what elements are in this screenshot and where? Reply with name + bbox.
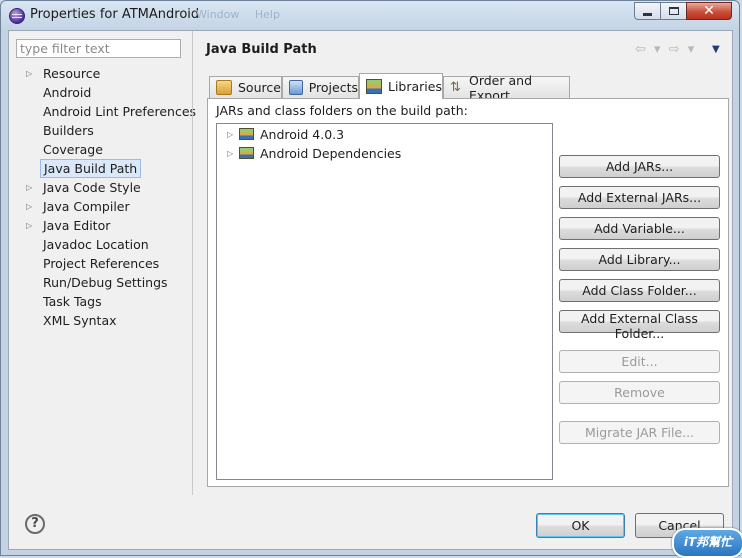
libraries-icon	[366, 79, 382, 94]
tab-order-and-export[interactable]: ⇅ Order and Export	[443, 73, 570, 103]
page-title: Java Build Path	[206, 42, 317, 57]
minimize-button[interactable]	[634, 2, 661, 20]
add-variable-button[interactable]: Add Variable...	[559, 217, 720, 240]
projects-icon	[289, 80, 303, 95]
add-class-folder-button[interactable]: Add Class Folder...	[559, 279, 720, 302]
window-title: Properties for ATMAndroid	[30, 7, 200, 22]
expand-arrow-icon[interactable]: ▷	[227, 125, 233, 144]
order-export-icon: ⇅	[450, 80, 461, 95]
tab-label: Libraries	[388, 79, 442, 94]
sidebar-item-label: Coverage	[43, 142, 103, 157]
sidebar-splitter[interactable]	[192, 31, 193, 495]
sidebar-item-label: Android Lint Preferences	[43, 104, 197, 119]
help-icon[interactable]: ?	[25, 514, 45, 534]
add-external-class-folder-button[interactable]: Add External Class Folder...	[559, 310, 720, 341]
minimize-icon	[643, 12, 652, 16]
maximize-icon	[668, 7, 679, 15]
tab-label: Projects	[308, 80, 358, 95]
source-folder-icon	[216, 80, 232, 95]
edit-button[interactable]: Edit...	[559, 350, 720, 373]
sidebar-item-label: Builders	[43, 123, 94, 138]
expand-arrow-icon[interactable]: ▷	[26, 64, 32, 83]
tab-label: Source	[238, 80, 281, 95]
sidebar-item-label: Java Build Path	[40, 159, 142, 178]
maximize-button[interactable]	[660, 2, 687, 20]
expand-arrow-icon[interactable]: ▷	[26, 197, 32, 216]
sidebar-item-label: Java Code Style	[43, 180, 141, 195]
library-label: Android Dependencies	[260, 146, 402, 161]
sidebar-item-label: Project References	[43, 256, 160, 271]
dialog-content: ▷ Resource Android Android Lint Preferen…	[8, 30, 733, 550]
libraries-caption: JARs and class folders on the build path…	[216, 103, 468, 118]
page-navigation: ⇦ ▾ ⇨ ▾	[635, 42, 698, 57]
sidebar-item-label: Task Tags	[43, 294, 102, 309]
migrate-jar-button[interactable]: Migrate JAR File...	[559, 421, 720, 444]
sidebar-item-label: Javadoc Location	[43, 237, 149, 252]
library-icon	[239, 128, 254, 140]
sidebar-item-label: Java Editor	[43, 218, 111, 233]
tab-projects[interactable]: Projects	[282, 76, 359, 98]
expand-arrow-icon[interactable]: ▷	[26, 178, 32, 197]
libraries-list[interactable]: ▷ Android 4.0.3 ▷ Android Dependencies	[216, 123, 553, 480]
back-arrow-icon[interactable]: ⇦	[635, 42, 646, 57]
ok-button[interactable]: OK	[536, 513, 625, 538]
remove-button[interactable]: Remove	[559, 381, 720, 404]
eclipse-icon	[9, 8, 25, 24]
close-button[interactable]: ✕	[686, 2, 732, 20]
library-label: Android 4.0.3	[260, 127, 345, 142]
tab-source[interactable]: Source	[209, 76, 282, 98]
filter-input[interactable]	[16, 39, 181, 58]
back-history-dropdown-icon[interactable]: ▾	[654, 42, 661, 57]
libraries-panel: JARs and class folders on the build path…	[207, 98, 729, 487]
tab-libraries[interactable]: Libraries	[359, 73, 443, 99]
library-icon	[239, 147, 254, 159]
forward-history-dropdown-icon[interactable]: ▾	[688, 42, 695, 57]
forward-arrow-icon[interactable]: ⇨	[669, 42, 680, 57]
background-menu-hint: Window Help	[196, 8, 280, 21]
sidebar-item-label: Android	[43, 85, 92, 100]
watermark-logo: iT邦幫忙	[672, 528, 742, 558]
dialog-button-bar: ? OK Cancel	[9, 496, 732, 549]
sidebar-item-label: Java Compiler	[43, 199, 130, 214]
title-bar[interactable]: Properties for ATMAndroid Window Help ✕	[1, 1, 739, 29]
properties-dialog: Properties for ATMAndroid Window Help ✕ …	[0, 0, 740, 556]
add-external-jars-button[interactable]: Add External JARs...	[559, 186, 720, 209]
add-library-button[interactable]: Add Library...	[559, 248, 720, 271]
close-icon: ✕	[703, 3, 715, 19]
view-menu-icon[interactable]: ▼	[712, 44, 720, 55]
sidebar-item-label: Resource	[43, 66, 101, 81]
add-jars-button[interactable]: Add JARs...	[559, 155, 720, 178]
sidebar-item-label: XML Syntax	[43, 313, 117, 328]
expand-arrow-icon[interactable]: ▷	[26, 216, 32, 235]
expand-arrow-icon[interactable]: ▷	[227, 144, 233, 163]
sidebar-item-label: Run/Debug Settings	[43, 275, 168, 290]
